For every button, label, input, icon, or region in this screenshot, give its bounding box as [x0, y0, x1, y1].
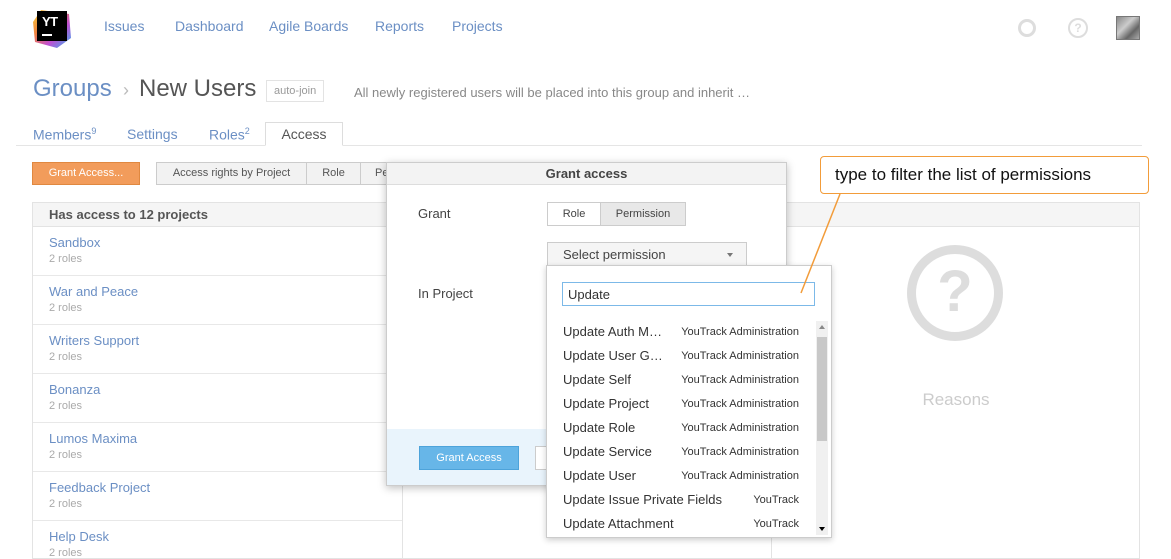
- permission-option[interactable]: Update Role YouTrack Administration: [563, 420, 799, 444]
- logo-text: YT: [42, 14, 58, 29]
- project-list-item[interactable]: Feedback Project 2 roles: [33, 472, 402, 521]
- tab-members[interactable]: Members9: [33, 126, 96, 143]
- grant-permission-toggle[interactable]: Permission: [600, 202, 686, 226]
- projects-count-heading: Has access to 12 projects: [49, 207, 208, 222]
- tab-roles-label: Roles: [209, 126, 245, 143]
- nav-agile-boards[interactable]: Agile Boards: [269, 18, 348, 34]
- reasons-panel-header: [772, 203, 1139, 227]
- view-by-role-button[interactable]: Role: [306, 162, 361, 185]
- annotation-callout: type to filter the list of permissions: [820, 156, 1149, 194]
- project-roles: 2 roles: [49, 302, 83, 314]
- permission-option[interactable]: Update Service YouTrack Administration: [563, 444, 799, 468]
- view-by-project-button[interactable]: Access rights by Project: [156, 162, 307, 185]
- dialog-title: Grant access: [387, 163, 786, 185]
- permission-option[interactable]: Update User G… YouTrack Administration: [563, 348, 799, 372]
- project-list-item[interactable]: War and Peace 2 roles: [33, 276, 402, 325]
- callout-text: type to filter the list of permissions: [835, 165, 1092, 184]
- project-list-item[interactable]: Sandbox 2 roles: [33, 227, 402, 276]
- breadcrumb-groups-link[interactable]: Groups: [33, 75, 112, 103]
- permission-option-name: Update Self: [563, 372, 631, 387]
- gear-icon[interactable]: [1018, 19, 1036, 37]
- project-list-item[interactable]: Lumos Maxima 2 roles: [33, 423, 402, 472]
- permission-option-category: YouTrack Administration: [681, 422, 799, 434]
- tab-settings[interactable]: Settings: [127, 126, 178, 142]
- logo-mark: YT: [37, 11, 67, 41]
- grant-label: Grant: [418, 206, 451, 221]
- scrollbar-thumb[interactable]: [817, 337, 827, 441]
- in-project-label: In Project: [418, 286, 473, 301]
- grant-role-toggle[interactable]: Role: [547, 202, 601, 226]
- scroll-down-arrow-icon[interactable]: [819, 527, 825, 531]
- project-name[interactable]: Feedback Project: [49, 480, 402, 495]
- permission-option-name: Update Service: [563, 444, 652, 459]
- project-name[interactable]: Writers Support: [49, 333, 402, 348]
- auto-join-badge: auto-join: [266, 80, 325, 102]
- permission-option[interactable]: Update Auth M… YouTrack Administration: [563, 324, 799, 348]
- nav-issues[interactable]: Issues: [104, 18, 144, 34]
- project-name[interactable]: Help Desk: [49, 529, 402, 544]
- youtrack-logo[interactable]: YT: [31, 8, 73, 48]
- breadcrumb-separator: ›: [123, 80, 129, 100]
- dropdown-scrollbar[interactable]: [816, 321, 828, 535]
- tab-members-label: Members: [33, 126, 92, 143]
- grant-access-button[interactable]: Grant Access...: [32, 162, 140, 185]
- dialog-grant-access-button[interactable]: Grant Access: [419, 446, 519, 470]
- permission-option[interactable]: Update Attachment YouTrack: [563, 516, 799, 540]
- tab-roles[interactable]: Roles2: [209, 126, 250, 143]
- project-list-item[interactable]: Writers Support 2 roles: [33, 325, 402, 374]
- permission-option-name: Update User: [563, 468, 636, 483]
- permission-select-label: Select permission: [563, 247, 666, 262]
- nav-reports[interactable]: Reports: [375, 18, 424, 34]
- project-roles: 2 roles: [49, 498, 83, 510]
- group-description: All newly registered users will be place…: [354, 85, 750, 100]
- tab-access[interactable]: Access: [265, 122, 343, 146]
- permission-option-category: YouTrack Administration: [681, 350, 799, 362]
- project-roles: 2 roles: [49, 253, 83, 265]
- permission-filter-input[interactable]: [562, 282, 815, 306]
- user-avatar[interactable]: [1116, 16, 1140, 40]
- help-icon[interactable]: ?: [1068, 18, 1088, 38]
- permission-option-name: Update Role: [563, 420, 636, 435]
- tab-members-count: 9: [91, 126, 97, 136]
- tab-roles-count: 2: [244, 126, 250, 136]
- question-mark-icon: ?: [907, 245, 1003, 341]
- permission-option[interactable]: Update Issue Private Fields YouTrack: [563, 492, 799, 516]
- permission-option-category: YouTrack Administration: [681, 446, 799, 458]
- top-navigation-bar: YT Issues Dashboard Agile Boards Reports…: [0, 0, 1171, 56]
- project-roles: 2 roles: [49, 351, 83, 363]
- projects-panel: Has access to 12 projects Sandbox 2 roles…: [32, 202, 403, 559]
- permission-option-category: YouTrack Administration: [681, 470, 799, 482]
- project-list-item[interactable]: Bonanza 2 roles: [33, 374, 402, 423]
- project-name[interactable]: Bonanza: [49, 382, 402, 397]
- nav-dashboard[interactable]: Dashboard: [175, 18, 244, 34]
- permission-dropdown: Update Auth M… YouTrack Administration Up…: [546, 265, 832, 538]
- project-list-item[interactable]: Help Desk 2 roles: [33, 521, 402, 559]
- permission-option-name: Update Issue Private Fields: [563, 492, 722, 507]
- scroll-up-arrow-icon[interactable]: [819, 325, 825, 329]
- permission-select[interactable]: Select permission: [547, 242, 747, 267]
- permission-option-name: Update User G…: [563, 348, 663, 363]
- permission-option[interactable]: Update User YouTrack Administration: [563, 468, 799, 492]
- permission-option-category: YouTrack: [753, 494, 799, 506]
- project-name[interactable]: Lumos Maxima: [49, 431, 402, 446]
- chevron-down-icon: [727, 253, 733, 257]
- permission-option-name: Update Attachment: [563, 516, 674, 531]
- permission-option-category: YouTrack Administration: [681, 398, 799, 410]
- project-name[interactable]: Sandbox: [49, 235, 402, 250]
- permission-option[interactable]: Update Project YouTrack Administration: [563, 396, 799, 420]
- permission-option[interactable]: Update Self YouTrack Administration: [563, 372, 799, 396]
- nav-projects[interactable]: Projects: [452, 18, 503, 34]
- page-title: New Users: [139, 75, 257, 102]
- permission-option-category: YouTrack Administration: [681, 374, 799, 386]
- projects-panel-header: Has access to 12 projects: [33, 203, 402, 227]
- permission-option-name: Update Project: [563, 396, 649, 411]
- permission-option-category: YouTrack Administration: [681, 326, 799, 338]
- project-name[interactable]: War and Peace: [49, 284, 402, 299]
- project-roles: 2 roles: [49, 547, 83, 559]
- permission-option-category: YouTrack: [753, 518, 799, 530]
- permission-option-name: Update Auth M…: [563, 324, 662, 339]
- tabs-divider: [16, 145, 1142, 146]
- project-roles: 2 roles: [49, 449, 83, 461]
- project-roles: 2 roles: [49, 400, 83, 412]
